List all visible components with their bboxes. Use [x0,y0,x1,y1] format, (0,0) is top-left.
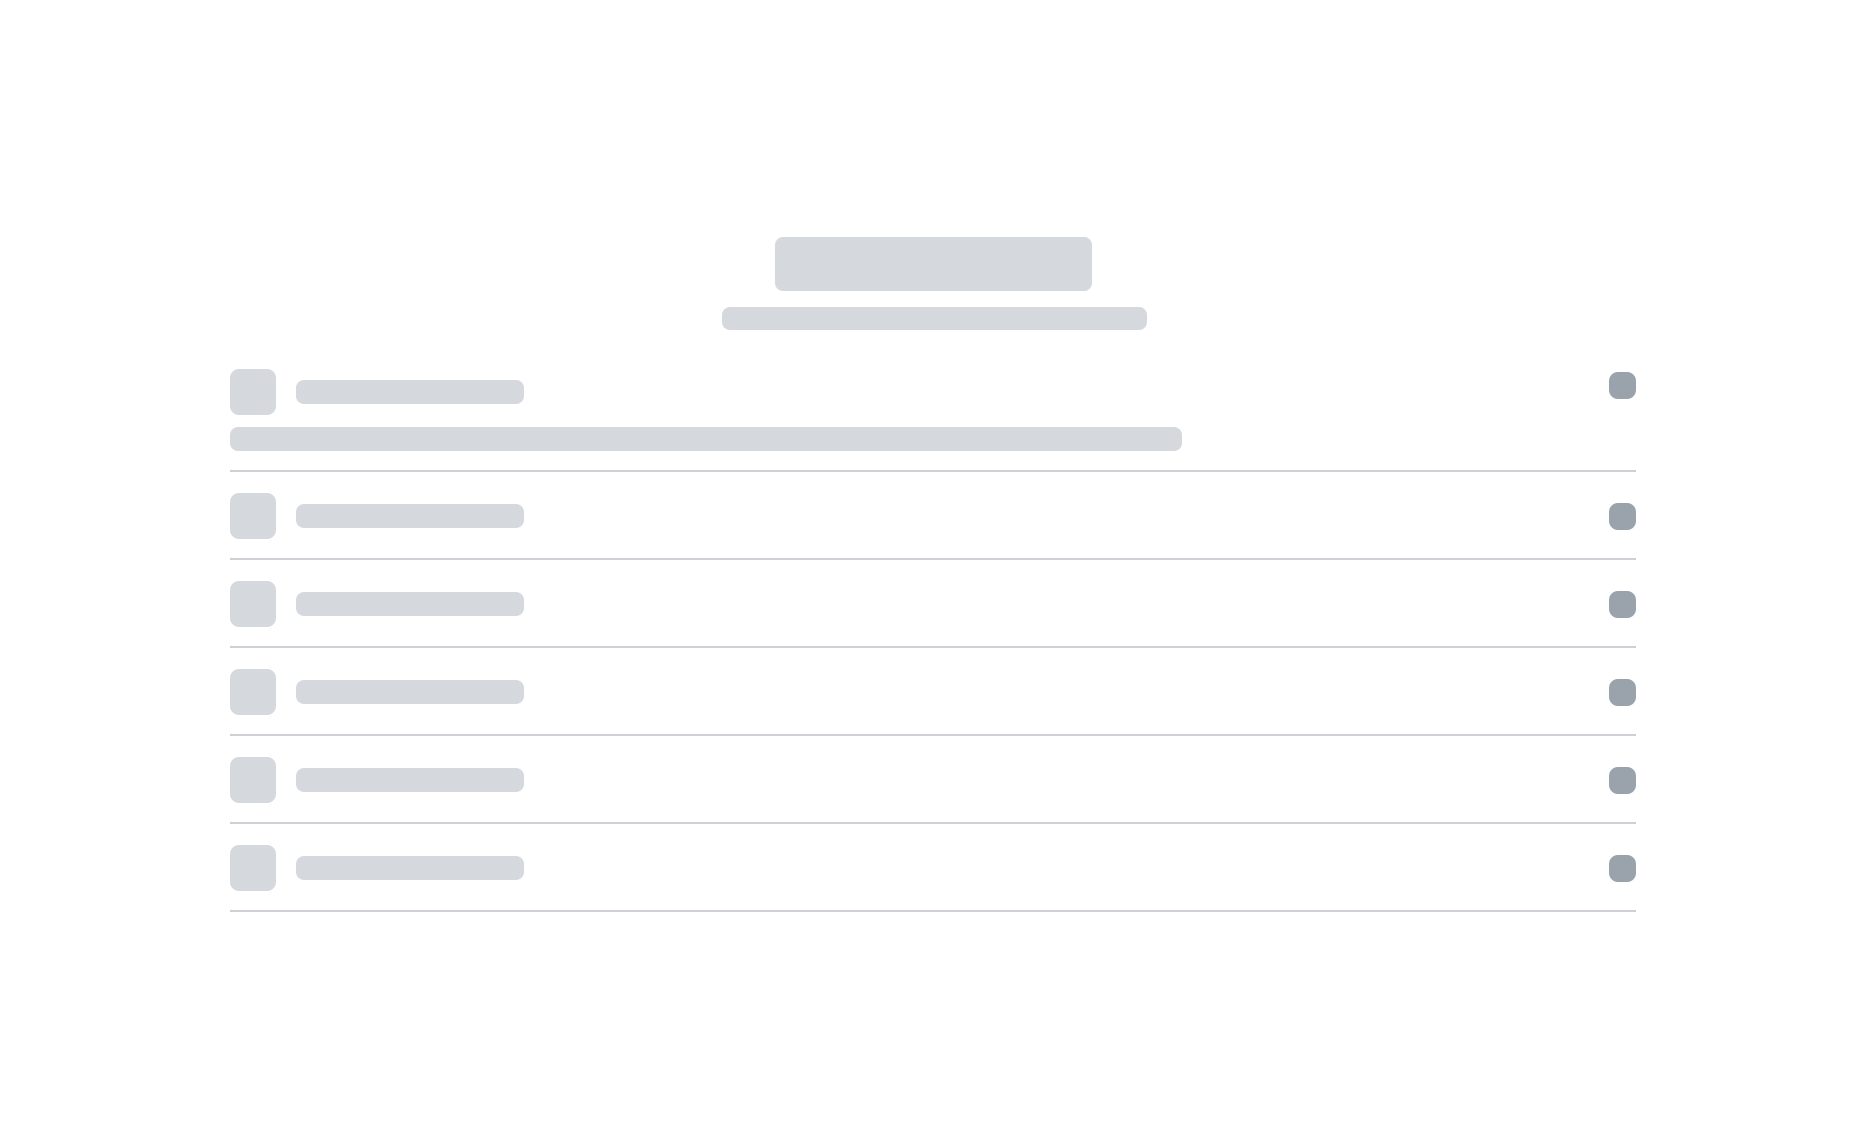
item-label [296,592,524,616]
item-toggle-button[interactable] [1609,767,1636,794]
item-toggle-button[interactable] [1609,591,1636,618]
list-item[interactable] [230,560,1636,648]
item-icon [230,581,276,627]
list-item[interactable] [230,472,1636,560]
item-icon [230,757,276,803]
item-label [296,504,524,528]
item-description [230,427,1182,451]
list-item[interactable] [230,648,1636,736]
list-item[interactable] [230,366,1636,472]
item-icon [230,669,276,715]
item-toggle-button[interactable] [1609,855,1636,882]
settings-list [230,0,1636,1140]
item-label [296,380,524,404]
item-toggle-button[interactable] [1609,503,1636,530]
list-item[interactable] [230,736,1636,824]
item-label [296,680,524,704]
item-icon [230,845,276,891]
item-icon [230,369,276,415]
item-toggle-button[interactable] [1609,679,1636,706]
item-toggle-button[interactable] [1609,372,1636,399]
item-label [296,768,524,792]
item-label [296,856,524,880]
list-item[interactable] [230,824,1636,912]
item-icon [230,493,276,539]
